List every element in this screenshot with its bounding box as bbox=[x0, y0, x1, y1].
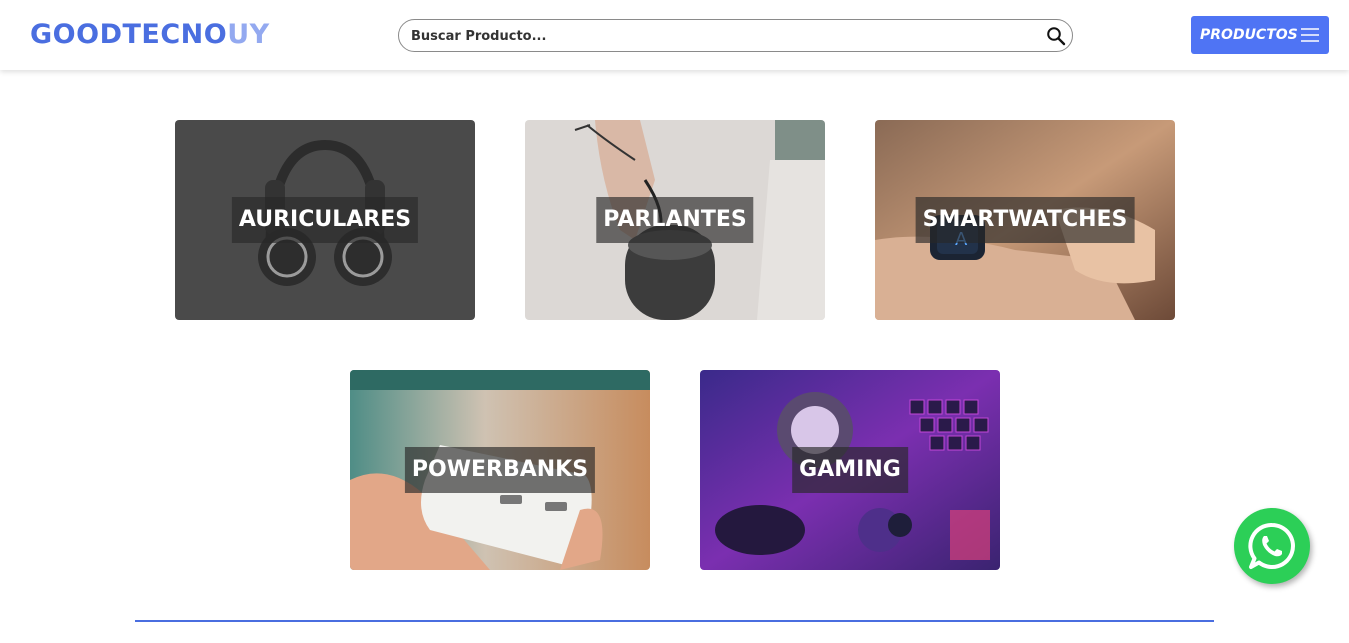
whatsapp-icon bbox=[1248, 522, 1295, 569]
search-bar bbox=[398, 19, 1073, 52]
hamburger-menu-icon bbox=[1301, 27, 1319, 43]
search-input[interactable] bbox=[411, 26, 1031, 46]
products-menu-button[interactable]: PRODUCTOS bbox=[1191, 16, 1329, 54]
logo-text-main: GOODTECNO bbox=[30, 19, 228, 50]
category-card-parlantes[interactable]: PARLANTES bbox=[525, 120, 825, 320]
category-label: PARLANTES bbox=[596, 197, 754, 243]
search-icon[interactable] bbox=[1046, 26, 1066, 46]
category-label: POWERBANKS bbox=[404, 447, 596, 493]
products-menu-label: PRODUCTOS bbox=[1200, 27, 1298, 43]
site-header: GOODTECNOUY PRODUCTOS bbox=[0, 0, 1349, 70]
category-card-smartwatches[interactable]: A SMARTWATCHES bbox=[875, 120, 1175, 320]
whatsapp-button[interactable] bbox=[1234, 508, 1310, 584]
logo-text-suffix: UY bbox=[227, 19, 270, 50]
category-card-auriculares[interactable]: AURICULARES bbox=[175, 120, 475, 320]
category-card-gaming[interactable]: GAMING bbox=[700, 370, 1000, 570]
category-label: SMARTWATCHES bbox=[915, 197, 1135, 243]
category-label: GAMING bbox=[792, 447, 908, 493]
category-card-powerbanks[interactable]: POWERBANKS bbox=[350, 370, 650, 570]
category-label: AURICULARES bbox=[231, 197, 419, 243]
brand-logo[interactable]: GOODTECNOUY bbox=[30, 17, 270, 53]
section-divider bbox=[135, 620, 1214, 622]
